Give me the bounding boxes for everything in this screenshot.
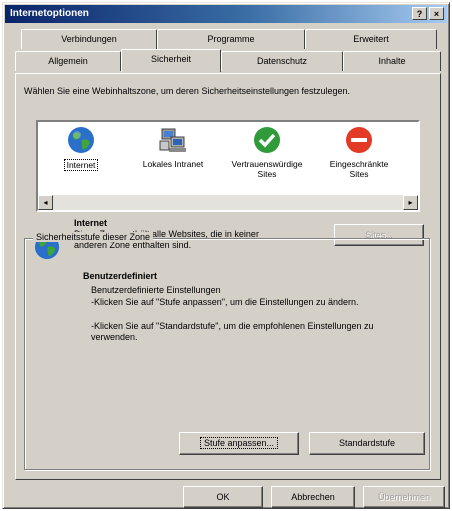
help-button[interactable]: ?: [412, 7, 427, 20]
tab-erweitert[interactable]: Erweitert: [305, 29, 437, 49]
intranet-computer-icon: [159, 126, 187, 154]
security-level-line-1: Benutzerdefinierte Einstellungen: [91, 285, 221, 295]
scroll-right-icon[interactable]: ▸: [403, 195, 418, 210]
zone-label: Vertrauenswürdige Sites: [231, 159, 303, 179]
custom-level-button[interactable]: Stufe anpassen...: [179, 432, 299, 455]
window-title: Internetoptionen: [10, 8, 89, 19]
tab-programme[interactable]: Programme: [157, 29, 305, 49]
security-level-group-title: Sicherheitsstufe dieser Zone: [33, 232, 154, 242]
zone-list[interactable]: Internet Lokales Intranet Vertrauenswürd…: [36, 120, 420, 212]
tab-inhalte[interactable]: Inhalte: [343, 51, 441, 71]
title-bar[interactable]: Internetoptionen ? ×: [5, 5, 447, 23]
zone-label: Eingeschränkte Sites: [329, 159, 389, 179]
security-level-line-3: -Klicken Sie auf "Standardstufe", um die…: [91, 321, 374, 342]
cancel-button[interactable]: Abbrechen: [271, 486, 355, 508]
security-level-line-2: -Klicken Sie auf "Stufe anpassen", um di…: [91, 297, 359, 307]
globe-icon: [67, 126, 95, 154]
zone-label: Lokales Intranet: [142, 159, 204, 169]
tab-allgemein[interactable]: Allgemein: [15, 51, 121, 71]
zone-instruction-text: Wählen Sie eine Webinhaltszone, um deren…: [24, 86, 351, 96]
custom-level-label: Stufe anpassen...: [199, 437, 279, 449]
ok-button[interactable]: OK: [183, 486, 263, 508]
zone-vertrauenswuerdige-sites[interactable]: Vertrauenswürdige Sites: [228, 126, 306, 179]
checkmark-icon: [253, 126, 281, 154]
zone-label: Internet: [63, 159, 99, 171]
security-tab-panel: Wählen Sie eine Webinhaltszone, um deren…: [15, 73, 441, 480]
security-level-name: Benutzerdefiniert: [83, 271, 158, 281]
internet-options-dialog: Internetoptionen ? × Verbindungen Progra…: [2, 2, 450, 509]
security-level-group: Sicherheitsstufe dieser Zone Benutzerdef…: [24, 232, 430, 470]
tab-datenschutz[interactable]: Datenschutz: [221, 51, 343, 71]
apply-button[interactable]: Übernehmen: [363, 486, 445, 508]
default-level-button[interactable]: Standardstufe: [309, 432, 425, 455]
tab-verbindungen[interactable]: Verbindungen: [21, 29, 157, 49]
close-button[interactable]: ×: [429, 7, 444, 20]
tab-sicherheit[interactable]: Sicherheit: [121, 49, 221, 72]
zone-internet[interactable]: Internet: [42, 126, 120, 171]
scroll-left-icon[interactable]: ◂: [38, 195, 53, 210]
zone-eingeschraenkte-sites[interactable]: Eingeschränkte Sites: [320, 126, 398, 179]
restricted-icon: [345, 126, 373, 154]
zone-horizontal-scrollbar[interactable]: ◂ ▸: [38, 195, 418, 210]
selected-zone-title: Internet: [74, 218, 108, 228]
zone-lokales-intranet[interactable]: Lokales Intranet: [134, 126, 212, 169]
